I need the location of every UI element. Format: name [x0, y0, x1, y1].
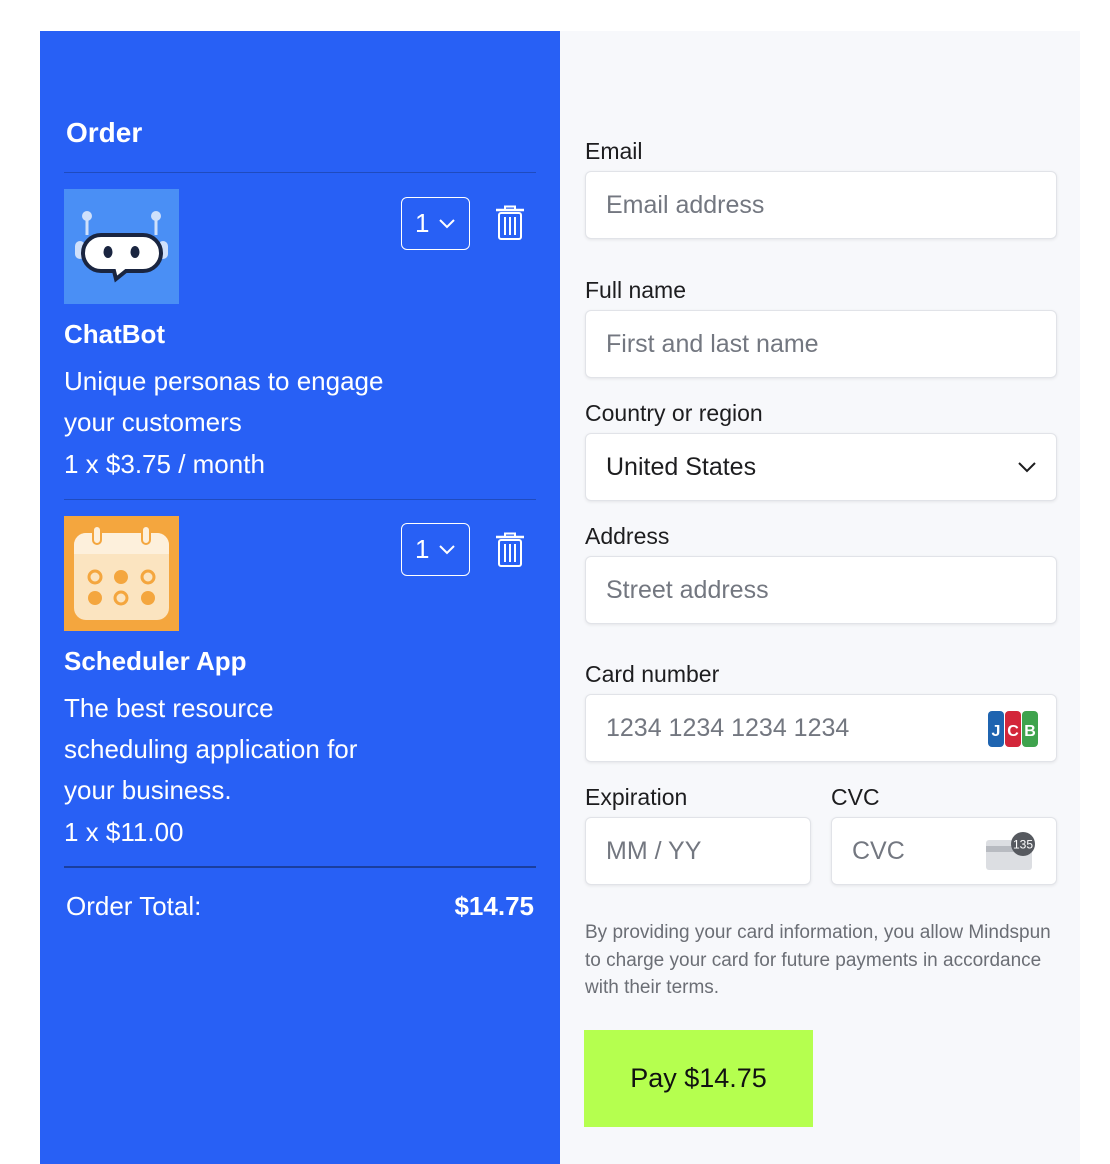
chevron-down-icon	[439, 218, 456, 228]
trash-icon[interactable]	[495, 205, 525, 241]
quantity-select-chatbot[interactable]: 1	[401, 197, 470, 250]
item-name: Scheduler App	[64, 646, 247, 676]
chevron-down-icon	[439, 544, 456, 554]
card-disclaimer: By providing your card information, you …	[585, 922, 1051, 998]
card-brand-c: C	[1007, 723, 1019, 740]
cvc-card-icon: 135	[986, 832, 1035, 870]
card-brand-j: J	[992, 723, 1001, 740]
country-label: Country or region	[585, 400, 763, 426]
email-label: Email	[585, 138, 643, 164]
order-title: Order	[66, 117, 143, 148]
cvc-field: 135	[831, 817, 1057, 885]
item-description: Unique personas to engage your customers	[64, 366, 384, 437]
quantity-value: 1	[415, 534, 430, 564]
email-input[interactable]	[585, 171, 1057, 239]
full-name-label: Full name	[585, 277, 686, 303]
cvc-hint: 135	[1013, 838, 1033, 852]
country-value: United States	[606, 452, 757, 481]
pay-button[interactable]: Pay $14.75	[584, 1030, 813, 1127]
item-price: 1 x $3.75 / month	[64, 449, 265, 479]
order-summary-panel: Order 1 ChatBot Unique personas to engag…	[40, 31, 560, 1164]
item-description: The best resource scheduling application…	[64, 693, 358, 805]
quantity-value: 1	[415, 208, 430, 238]
country-select[interactable]: United States	[585, 433, 1057, 501]
payment-form-panel: Email Full name Country or region United…	[560, 31, 1080, 1164]
calendar-icon	[64, 516, 179, 631]
divider	[64, 499, 536, 500]
expiration-label: Expiration	[585, 784, 688, 810]
card-number-input[interactable]	[586, 695, 1056, 761]
address-input[interactable]	[585, 556, 1057, 624]
order-total-value: $14.75	[454, 891, 534, 921]
trash-icon[interactable]	[495, 532, 525, 568]
chatbot-icon	[64, 189, 179, 304]
quantity-select-scheduler[interactable]: 1	[401, 523, 470, 576]
card-number-label: Card number	[585, 661, 720, 687]
chevron-down-icon	[1018, 461, 1036, 472]
card-number-field: J C B	[585, 694, 1057, 762]
item-name: ChatBot	[64, 319, 166, 349]
divider	[64, 866, 536, 868]
divider	[64, 172, 536, 173]
order-total-label: Order Total:	[66, 891, 202, 921]
full-name-input[interactable]	[585, 310, 1057, 378]
item-price: 1 x $11.00	[64, 817, 184, 847]
expiration-input[interactable]	[585, 817, 811, 885]
address-label: Address	[585, 523, 670, 549]
jcb-card-icon: J C B	[988, 711, 1038, 747]
card-brand-b: B	[1024, 723, 1036, 740]
cvc-label: CVC	[831, 784, 880, 810]
